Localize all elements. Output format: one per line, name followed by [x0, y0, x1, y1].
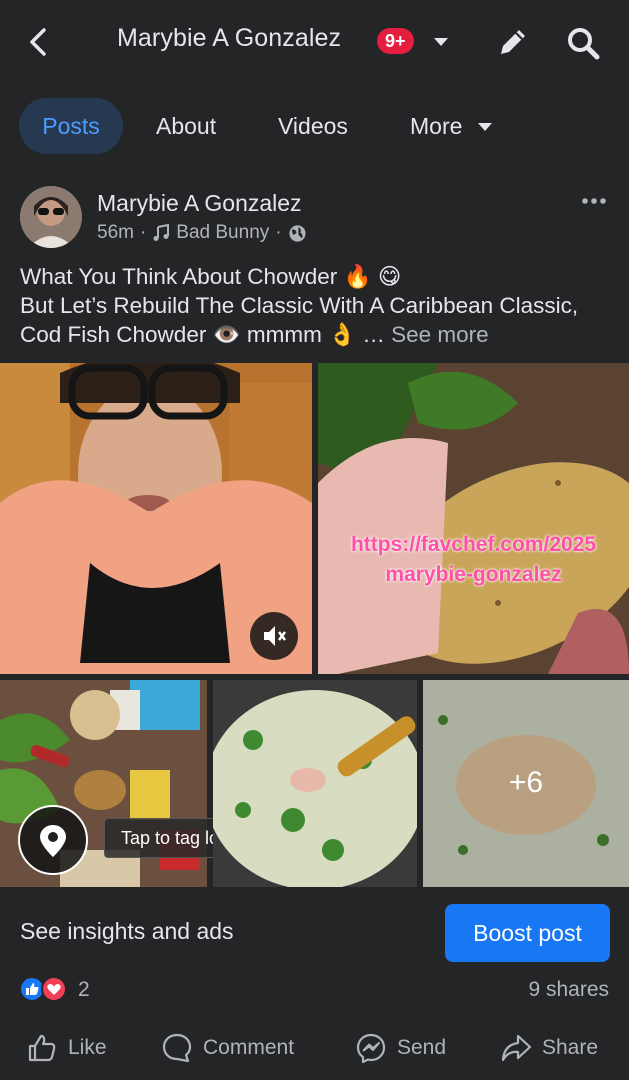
- post-caption: What You Think About Chowder 🔥 😋 But Let…: [20, 262, 616, 349]
- chevron-down-icon[interactable]: [477, 122, 493, 132]
- overlay-url-line-1: https://favchef.com/2025: [350, 533, 597, 556]
- caption-line-2: But Let’s Rebuild The Classic With A Car…: [20, 293, 579, 347]
- send-label: Send: [397, 1036, 447, 1059]
- post-photo[interactable]: [318, 363, 629, 674]
- chevron-down-icon[interactable]: [432, 36, 450, 48]
- tab-more[interactable]: More: [410, 98, 462, 154]
- more-dots-icon[interactable]: [580, 192, 608, 210]
- thumbs-up-icon: [28, 1034, 56, 1062]
- send-button[interactable]: Send: [355, 1028, 446, 1068]
- post-music[interactable]: Bad Bunny: [176, 222, 269, 244]
- avatar[interactable]: [20, 186, 82, 248]
- page-title[interactable]: Marybie A Gonzalez: [117, 24, 341, 53]
- tab-about[interactable]: About: [156, 98, 216, 154]
- share-label: Share: [542, 1036, 599, 1059]
- share-count[interactable]: 9 shares: [528, 978, 609, 1002]
- back-arrow-icon[interactable]: [22, 24, 58, 60]
- post-meta: 56m · Bad Bunny ·: [97, 222, 307, 244]
- tag-location-button[interactable]: [18, 805, 88, 875]
- caption-line-1: What You Think About Chowder 🔥 😋: [20, 264, 402, 289]
- globe-icon: [289, 224, 306, 242]
- messenger-icon: [356, 1033, 386, 1064]
- post-time: 56m: [97, 222, 134, 243]
- see-insights-link[interactable]: See insights and ads: [20, 918, 234, 945]
- more-photos-count: +6: [508, 766, 544, 799]
- comment-icon: [162, 1033, 192, 1063]
- see-more-link[interactable]: See more: [391, 322, 489, 347]
- reaction-icons[interactable]: [19, 976, 67, 1002]
- post-photo[interactable]: [213, 680, 417, 887]
- post-author[interactable]: Marybie A Gonzalez: [97, 190, 302, 217]
- boost-post-button[interactable]: Boost post: [445, 904, 610, 962]
- comment-label: Comment: [203, 1036, 295, 1059]
- share-button[interactable]: Share: [500, 1028, 598, 1068]
- music-note-icon: [153, 224, 170, 241]
- like-button[interactable]: Like: [26, 1028, 107, 1068]
- tab-posts[interactable]: Posts: [19, 98, 123, 154]
- tab-videos[interactable]: Videos: [278, 98, 348, 154]
- mute-icon: [264, 626, 286, 646]
- search-icon[interactable]: [564, 24, 602, 62]
- overlay-url-line-2: marybie-gonzalez: [385, 563, 562, 586]
- video-overlay-text: https://favchef.com/2025 marybie-gonzale…: [318, 530, 629, 590]
- reaction-count[interactable]: 2: [78, 978, 90, 1002]
- mute-button[interactable]: [250, 612, 298, 660]
- like-label: Like: [68, 1036, 107, 1059]
- separator-dot: ·: [275, 222, 282, 243]
- love-reaction-icon: [41, 976, 67, 1002]
- share-icon: [501, 1034, 532, 1062]
- separator-dot: ·: [139, 222, 147, 243]
- location-pin-icon: [40, 825, 66, 857]
- notification-badge: 9+: [377, 28, 414, 54]
- pencil-icon[interactable]: [495, 24, 531, 60]
- comment-button[interactable]: Comment: [161, 1028, 294, 1068]
